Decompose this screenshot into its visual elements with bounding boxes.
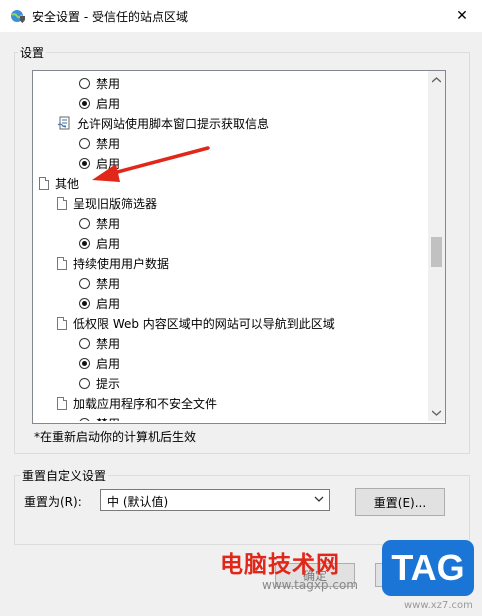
radio-unchecked-icon[interactable] [79,417,90,421]
watermark-text: 电脑技术网 [220,552,340,578]
radio-option[interactable]: 禁用 [79,413,120,421]
setting-label: 禁用 [96,336,121,351]
settings-group-label: 设置 [18,44,47,61]
scroll-down-button[interactable] [428,404,445,421]
script-document-icon [57,116,70,129]
setting-category: 呈现旧版筛选器 [57,193,157,213]
setting-category: 低权限 Web 内容区域中的网站可以导航到此区域 [57,313,335,333]
close-icon: ✕ [456,8,468,24]
setting-category: 允许网站使用脚本窗口提示获取信息 [57,113,269,133]
setting-label: 启用 [96,356,121,371]
globe-shield-icon [11,10,25,23]
setting-label: 低权限 Web 内容区域中的网站可以导航到此区域 [73,316,335,331]
radio-checked-icon[interactable] [79,237,90,249]
radio-option[interactable]: 启用 [79,293,120,313]
radio-unchecked-icon[interactable] [79,77,90,89]
setting-label: 加载应用程序和不安全文件 [73,396,218,411]
radio-option[interactable]: 启用 [79,93,120,113]
scroll-up-button[interactable] [428,71,445,88]
setting-label: 禁用 [96,216,121,231]
window-title: 安全设置 - 受信任的站点区域 [32,10,188,24]
document-icon [57,316,67,330]
setting-category: 持续使用用户数据 [57,253,169,273]
radio-option[interactable]: 启用 [79,233,120,253]
chevron-down-icon [314,496,324,502]
setting-category: 其他 [39,173,79,193]
document-icon [57,256,67,270]
reset-group-label: 重置自定义设置 [20,467,109,484]
radio-option[interactable]: 提示 [79,373,120,393]
document-icon [57,396,67,410]
radio-unchecked-icon[interactable] [79,277,90,289]
radio-unchecked-icon[interactable] [79,377,90,389]
annotation-arrow-icon [92,146,210,182]
title-bar: 安全设置 - 受信任的站点区域 ✕ [0,0,482,32]
document-icon [57,196,67,210]
vertical-scrollbar[interactable] [428,71,445,421]
radio-unchecked-icon[interactable] [79,217,90,229]
setting-label: 启用 [96,236,121,251]
radio-option[interactable]: 启用 [79,353,120,373]
reset-button[interactable]: 重置(E)... [355,488,445,516]
watermark-url-secondary: www.xz7.com [404,600,473,611]
setting-label: 其他 [55,176,80,191]
radio-option[interactable]: 禁用 [79,273,120,293]
setting-label: 禁用 [96,76,121,91]
chevron-down-icon [432,409,441,416]
radio-option[interactable]: 禁用 [79,333,120,353]
document-icon [39,176,49,190]
settings-tree[interactable]: 禁用 启用 允许网站使用脚本窗口提示获取信息 禁用 启用 其他 呈现旧版筛选器 禁用 启用 持续使… [32,70,446,424]
radio-checked-icon[interactable] [79,357,90,369]
reset-level-value: 中 (默认值) [107,495,169,509]
radio-option[interactable]: 禁用 [79,73,120,93]
watermark-url: www.tagxp.com [262,578,358,592]
radio-option[interactable]: 禁用 [79,213,120,233]
setting-label: 持续使用用户数据 [73,256,170,271]
settings-tree-content: 禁用 启用 允许网站使用脚本窗口提示获取信息 禁用 启用 其他 呈现旧版筛选器 禁用 启用 持续使… [33,71,427,421]
setting-label: 禁用 [96,415,120,422]
restart-note: *在重新启动你的计算机后生效 [34,430,197,444]
chevron-up-icon [432,76,441,83]
close-button[interactable]: ✕ [442,0,482,32]
setting-label: 启用 [96,96,121,111]
radio-unchecked-icon[interactable] [79,337,90,349]
setting-label: 呈现旧版筛选器 [73,196,158,211]
reset-to-label: 重置为(R): [24,495,82,509]
setting-category: 加载应用程序和不安全文件 [57,393,217,413]
setting-label: 启用 [96,296,121,311]
scroll-thumb[interactable] [431,237,442,267]
radio-checked-icon[interactable] [79,97,90,109]
setting-label: 禁用 [96,276,121,291]
setting-label: 允许网站使用脚本窗口提示获取信息 [77,116,270,131]
reset-level-select[interactable]: 中 (默认值) [100,489,330,511]
setting-label: 提示 [96,376,121,391]
radio-checked-icon[interactable] [79,297,90,309]
watermark-logo: TAG [382,540,474,596]
